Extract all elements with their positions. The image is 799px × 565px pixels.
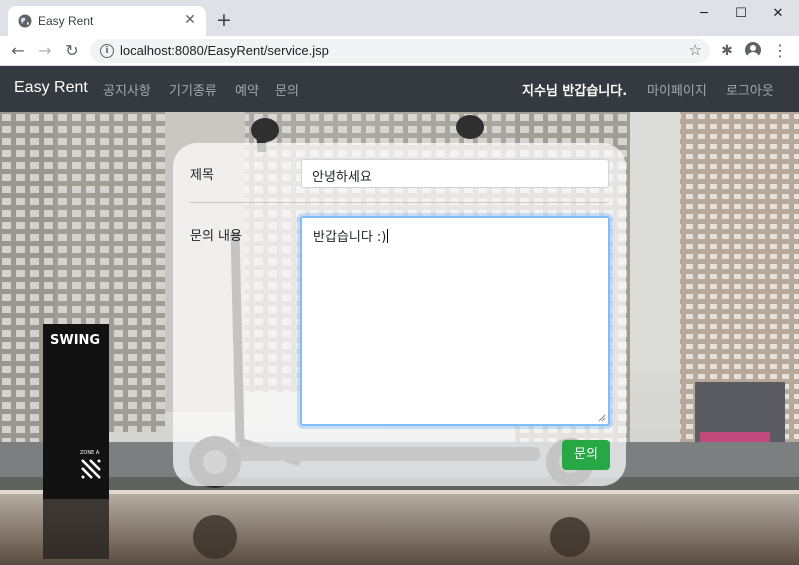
title-label: 제목 (190, 168, 214, 183)
url-text[interactable]: localhost:8080/EasyRent/service.jsp (120, 43, 329, 58)
content-text: 반갑습니다 :) (313, 230, 387, 245)
info-icon[interactable]: i (100, 44, 114, 58)
browser-tab[interactable]: Easy Rent ✕ (8, 6, 206, 36)
tab-close-icon[interactable]: ✕ (182, 12, 198, 28)
nav-link-notice[interactable]: 공지사항 (103, 80, 151, 99)
new-tab-icon[interactable]: + (214, 10, 234, 30)
submit-inquiry-button[interactable]: 문의 (562, 440, 610, 470)
nav-link-devices[interactable]: 기기종류 (169, 80, 217, 99)
text-cursor (387, 229, 389, 243)
tab-strip: Easy Rent ✕ + ─ ☐ ✕ (0, 0, 799, 36)
user-greeting: 지수님 반갑습니다. (522, 80, 627, 99)
minimize-icon[interactable]: ─ (692, 4, 716, 24)
resize-grip-icon[interactable] (598, 414, 606, 422)
maximize-icon[interactable]: ☐ (729, 4, 753, 24)
reload-icon[interactable]: ↻ (62, 41, 82, 61)
sign-brand-text: SWING (50, 333, 100, 348)
greeting-suffix: 님 반갑습니다. (545, 84, 628, 99)
window-close-icon[interactable]: ✕ (766, 4, 790, 24)
web-page: Easy Rent 공지사항 기기종류 예약 문의 지수님 반갑습니다. 마이페… (0, 66, 799, 565)
inquiry-form-card: 제목 안녕하세요 문의 내용 반갑습니다 :) 문의 (173, 143, 626, 486)
content-label: 문의 내용 (190, 229, 242, 244)
forward-icon[interactable]: → (35, 41, 55, 61)
nav-link-mypage[interactable]: 마이페이지 (647, 80, 707, 99)
title-input[interactable]: 안녕하세요 (301, 159, 609, 188)
site-navbar: Easy Rent 공지사항 기기종류 예약 문의 지수님 반갑습니다. 마이페… (0, 66, 799, 112)
globe-icon (18, 14, 32, 28)
user-name: 지수 (522, 84, 546, 99)
content-textarea[interactable]: 반갑습니다 :) (300, 216, 610, 426)
bookmark-star-icon[interactable]: ☆ (689, 41, 702, 59)
menu-kebab-icon[interactable]: ⋮ (770, 41, 790, 61)
sign-zone-text: ZONE A (80, 450, 100, 456)
browser-window: Easy Rent ✕ + ─ ☐ ✕ ← → ↻ i localhost:80… (0, 0, 799, 565)
nav-link-inquiry[interactable]: 문의 (275, 80, 299, 99)
address-bar[interactable]: i localhost:8080/EasyRent/service.jsp ☆ (90, 39, 710, 63)
back-icon[interactable]: ← (8, 41, 28, 61)
profile-avatar-icon[interactable] (745, 42, 761, 58)
nav-link-reservation[interactable]: 예약 (235, 80, 259, 99)
nav-link-logout[interactable]: 로그아웃 (726, 80, 774, 99)
brand-link[interactable]: Easy Rent (14, 79, 88, 97)
browser-toolbar: ← → ↻ i localhost:8080/EasyRent/service.… (0, 36, 799, 66)
tab-title: Easy Rent (38, 14, 94, 28)
extensions-icon[interactable]: ✱ (717, 41, 737, 61)
form-divider (189, 202, 609, 203)
